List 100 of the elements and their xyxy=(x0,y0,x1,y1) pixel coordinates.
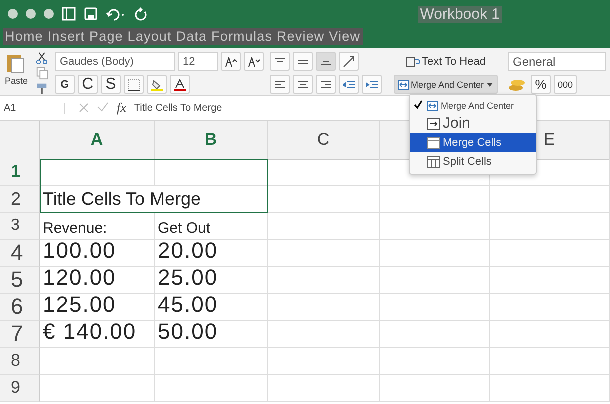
table-cell[interactable]: Title Cells To Merge xyxy=(40,186,268,213)
table-cell[interactable] xyxy=(268,321,380,348)
menu-item[interactable]: Merge And Center xyxy=(410,98,536,114)
align-top-icon xyxy=(274,58,285,66)
table-cell[interactable] xyxy=(268,186,380,213)
column-header[interactable]: A xyxy=(40,121,155,160)
check-icon xyxy=(414,100,423,109)
align-left-button[interactable] xyxy=(270,75,290,94)
row-header[interactable]: 6 xyxy=(0,294,40,321)
wrap-text-button[interactable]: Text To Head xyxy=(394,52,498,71)
font-size-field[interactable]: 12 xyxy=(178,52,218,71)
increase-indent-button[interactable] xyxy=(362,75,382,94)
table-cell[interactable]: 45.00 xyxy=(155,294,268,321)
row-header[interactable]: 1 xyxy=(0,159,40,186)
join-icon xyxy=(427,118,440,130)
column-header[interactable]: C xyxy=(268,121,380,160)
borders-icon xyxy=(128,78,140,90)
table-cell[interactable] xyxy=(490,186,610,213)
table-cell[interactable] xyxy=(490,321,610,348)
table-cell[interactable] xyxy=(268,240,380,267)
row-header[interactable]: 4 xyxy=(0,240,40,267)
close-window-icon[interactable] xyxy=(8,9,18,19)
table-cell[interactable] xyxy=(490,348,610,375)
fill-color-button[interactable] xyxy=(146,75,167,94)
formula-field[interactable]: Title Cells To Merge xyxy=(134,102,222,114)
align-bottom-button[interactable] xyxy=(316,52,336,71)
shrink-font-button[interactable] xyxy=(244,52,264,71)
underline-button[interactable]: S xyxy=(100,75,121,94)
table-cell[interactable]: 20.00 xyxy=(155,240,268,267)
number-format-field[interactable]: General xyxy=(508,52,606,71)
table-cell[interactable]: 25.00 xyxy=(155,267,268,294)
font-name-field[interactable]: Gaudes (Body) xyxy=(54,52,175,71)
borders-button[interactable] xyxy=(124,75,144,94)
table-cell[interactable] xyxy=(380,240,490,267)
table-cell[interactable] xyxy=(40,159,155,186)
table-cell[interactable] xyxy=(268,267,380,294)
row-header[interactable]: 9 xyxy=(0,375,40,402)
redo-icon xyxy=(134,7,148,21)
align-left-icon xyxy=(274,80,285,88)
table-cell[interactable]: 125.00 xyxy=(40,294,155,321)
align-right-button[interactable] xyxy=(316,75,336,94)
table-cell[interactable]: Get Out xyxy=(155,213,268,240)
decrease-indent-icon xyxy=(342,80,355,88)
decrease-indent-button[interactable] xyxy=(338,75,359,94)
grow-font-button[interactable] xyxy=(220,52,241,71)
orientation-button[interactable] xyxy=(338,52,359,71)
table-cell[interactable] xyxy=(380,321,490,348)
table-cell[interactable] xyxy=(490,267,610,294)
align-middle-button[interactable] xyxy=(292,52,313,71)
table-cell[interactable] xyxy=(380,213,490,240)
align-center-icon xyxy=(298,80,308,88)
italic-button[interactable]: C xyxy=(78,75,98,94)
table-cell[interactable] xyxy=(268,294,380,321)
merge-center-button[interactable]: Merge And Center xyxy=(394,75,498,94)
confirm-icon xyxy=(97,102,109,112)
paste-button[interactable]: Paste xyxy=(4,52,29,95)
table-cell[interactable] xyxy=(490,213,610,240)
table-cell[interactable]: 120.00 xyxy=(40,267,155,294)
table-cell[interactable] xyxy=(380,375,490,402)
table-cell[interactable] xyxy=(268,213,380,240)
minimize-window-icon[interactable] xyxy=(26,9,36,19)
table-cell[interactable] xyxy=(268,348,380,375)
select-all-corner[interactable] xyxy=(0,121,40,160)
table-cell[interactable]: € 140.00 xyxy=(40,321,155,348)
cell-reference-field[interactable]: A1 xyxy=(0,102,65,114)
row-header[interactable]: 3 xyxy=(0,213,40,240)
menu-tabs[interactable]: Home Insert Page Layout Data Formulas Review View xyxy=(3,28,363,45)
zoom-window-icon[interactable] xyxy=(44,9,54,19)
table-cell[interactable] xyxy=(268,375,380,402)
table-cell[interactable] xyxy=(380,348,490,375)
table-cell[interactable] xyxy=(40,375,155,402)
menu-item[interactable]: Merge Cells xyxy=(410,133,536,152)
row-header[interactable]: 8 xyxy=(0,348,40,375)
table-cell[interactable]: 50.00 xyxy=(155,321,268,348)
function-button[interactable]: fx xyxy=(117,100,126,116)
percent-button[interactable]: % xyxy=(531,75,551,94)
row-header[interactable]: 5 xyxy=(0,267,40,294)
table-cell[interactable] xyxy=(40,348,155,375)
row-header[interactable]: 7 xyxy=(0,321,40,348)
table-cell[interactable] xyxy=(268,159,380,186)
font-color-button[interactable] xyxy=(170,75,190,94)
table-cell[interactable]: Revenue: xyxy=(40,213,155,240)
table-cell[interactable] xyxy=(380,294,490,321)
table-cell[interactable] xyxy=(490,294,610,321)
table-cell[interactable] xyxy=(380,267,490,294)
table-cell[interactable] xyxy=(155,348,268,375)
table-cell[interactable] xyxy=(155,375,268,402)
thousands-button[interactable]: 000 xyxy=(554,75,578,94)
wrap-text-icon xyxy=(406,56,420,66)
table-cell[interactable]: 100.00 xyxy=(40,240,155,267)
align-center-button[interactable] xyxy=(292,75,313,94)
table-cell[interactable] xyxy=(380,186,490,213)
column-header[interactable]: B xyxy=(155,121,268,160)
merge-cells-icon xyxy=(427,136,440,148)
row-header[interactable]: 2 xyxy=(0,186,40,213)
bold-button[interactable]: G xyxy=(54,75,75,94)
table-cell[interactable] xyxy=(490,240,610,267)
table-cell[interactable] xyxy=(490,375,610,402)
clipboard-icon xyxy=(6,52,26,74)
align-top-button[interactable] xyxy=(270,52,290,71)
